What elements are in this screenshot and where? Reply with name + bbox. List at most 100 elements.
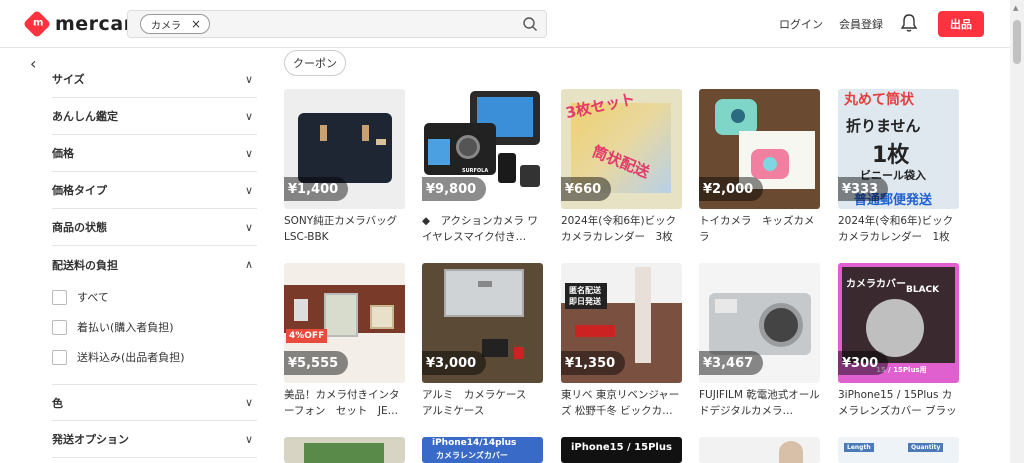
bell-icon[interactable] (900, 13, 918, 33)
product-thumbnail[interactable]: 丸めて筒状 折りません 1枚 ビニール袋入 普通郵便発送 ¥333 (838, 89, 959, 209)
product-thumbnail[interactable]: ¥2,000 (699, 89, 820, 209)
product-thumbnail[interactable]: SURFOLA ¥9,800 (422, 89, 543, 209)
product-card[interactable]: 4%OFF ¥5,555 美品！カメラ付きインターフォン セット JE… (284, 263, 405, 419)
chip-close-icon[interactable]: × (191, 17, 201, 31)
product-title: 3iPhone15 / 15Plus カメラレンズカバー ブラック (838, 389, 957, 417)
price-tag: ¥300 (838, 351, 889, 375)
product-card[interactable]: 匿名配送 即日発送 ¥1,350 東リベ 東京リベンジャーズ 松野千冬 ビックカ… (561, 263, 682, 419)
login-link[interactable]: ログイン (779, 16, 823, 32)
chevron-up-icon: ∧ (244, 258, 253, 271)
product-card[interactable]: 丸めて筒状 折りません 1枚 ビニール袋入 普通郵便発送 ¥333 2024年(… (838, 89, 959, 245)
product-card[interactable] (284, 437, 405, 463)
product-title: アルミ カメラケース アルミケース minette… (422, 389, 537, 417)
facet-condition[interactable]: 商品の状態 ∨ (52, 209, 257, 246)
filter-sidebar: ‹ サイズ ∨ あんしん鑑定 ∨ 価格 ∨ 価格タイプ ∨ 商品の状態 ∨ 配送… (30, 48, 262, 463)
search-keyword-chip[interactable]: カメラ × (140, 14, 211, 34)
search-box[interactable]: カメラ × (127, 10, 547, 38)
image-overlay-text: 丸めて筒状 (844, 92, 914, 108)
chevron-down-icon: ∨ (244, 396, 253, 409)
image-overlay-text: iPhone15 / 15Plus (571, 442, 672, 453)
product-thumbnail[interactable] (699, 437, 820, 463)
image-overlay-text: 匿名配送 (569, 286, 601, 295)
checkbox-label: 送料込み(出品者負担) (77, 351, 185, 364)
product-thumbnail[interactable]: 3枚セット 筒状配送 ¥660 (561, 89, 682, 209)
chevron-down-icon: ∨ (244, 72, 253, 86)
product-thumbnail[interactable]: カメラカバー BLACK 15 / 15Plus用 ¥300 (838, 263, 959, 383)
price-tag: ¥9,800 (422, 177, 487, 201)
image-overlay-text: 折りません (846, 117, 921, 135)
checkbox[interactable] (52, 289, 67, 305)
shipping-option-cod[interactable]: 着払い(購入者負担) (52, 319, 174, 335)
product-card[interactable]: ¥1,400 SONY純正カメラバッグ LSC-BBK (284, 89, 405, 245)
product-card[interactable]: iPhone15 / 15Plus (561, 437, 682, 463)
price-tag: ¥3,467 (699, 351, 764, 375)
product-card[interactable]: カメラカバー BLACK 15 / 15Plus用 ¥300 3iPhone15… (838, 263, 959, 419)
product-thumbnail[interactable]: ¥3,467 (699, 263, 820, 383)
product-title: SONY純正カメラバッグ LSC-BBK (284, 215, 398, 243)
facet-authentication[interactable]: あんしん鑑定 ∨ (52, 98, 257, 135)
facet-shipping-fee[interactable]: 配送料の負担 ∧ (52, 246, 257, 283)
price-tag: ¥1,400 (284, 177, 349, 201)
sell-button[interactable]: 出品 (938, 11, 984, 37)
product-card[interactable]: ¥3,467 FUJIFILM 乾電池式オールドデジタルカメラ… (699, 263, 820, 419)
coupon-filter-button[interactable]: クーポン (284, 50, 346, 76)
top-header: m mercari カメラ × ログイン 会員登録 出品 (0, 0, 1010, 48)
facet-label: 商品の状態 (52, 221, 107, 234)
product-title: 2024年(令和6年)ビックカメラカレンダー 3枚 (561, 215, 677, 243)
product-card[interactable]: ¥3,000 アルミ カメラケース アルミケース minette… (422, 263, 543, 419)
price-tag: ¥3,000 (422, 351, 487, 375)
image-overlay-text: カメラカバー (846, 279, 906, 290)
checkbox-label: すべて (77, 291, 109, 304)
facet-label: 配送料の負担 (52, 258, 118, 272)
image-overlay-text: Quantity (908, 443, 944, 452)
checkbox-label: 着払い(購入者負担) (77, 321, 174, 334)
shipping-option-all[interactable]: すべて (52, 289, 109, 305)
product-card[interactable]: iPhone14/14plus カメラレンズカバー (422, 437, 543, 463)
facet-size[interactable]: サイズ ∨ (52, 61, 257, 98)
image-overlay-text: カメラレンズカバー (436, 451, 508, 460)
checkbox[interactable] (52, 319, 67, 335)
price-tag: ¥333 (838, 177, 889, 201)
product-card[interactable]: ¥2,000 トイカメラ キッズカメラ (699, 89, 820, 245)
product-card[interactable] (699, 437, 820, 463)
facet-shipping-options[interactable]: 発送オプション ∨ (52, 421, 257, 458)
signup-link[interactable]: 会員登録 (839, 16, 883, 32)
mercari-logo[interactable]: m mercari (22, 9, 141, 39)
product-thumbnail[interactable]: Length Quantity (838, 437, 959, 463)
product-card[interactable]: Length Quantity (838, 437, 959, 463)
product-thumbnail[interactable]: 4%OFF ¥5,555 (284, 263, 405, 383)
product-thumbnail[interactable]: iPhone15 / 15Plus (561, 437, 682, 463)
facet-label: 色 (52, 396, 63, 410)
product-title: 2024年(令和6年)ビックカメラカレンダー 1枚 (838, 215, 954, 243)
facet-color[interactable]: 色 ∨ (52, 384, 257, 421)
shipping-option-included[interactable]: 送料込み(出品者負担) (52, 349, 185, 365)
product-title: トイカメラ キッズカメラ (699, 215, 815, 243)
back-chevron-icon[interactable]: ‹ (30, 54, 36, 73)
search-keyword: カメラ (151, 20, 181, 32)
facet-label: あんしん鑑定 (52, 110, 118, 123)
price-tag: ¥5,555 (284, 351, 349, 375)
chevron-down-icon: ∨ (244, 220, 253, 234)
chevron-down-icon: ∨ (244, 183, 253, 197)
product-card[interactable]: SURFOLA ¥9,800 ◆ アクションカメラ ワイヤレスマイク付き… (422, 89, 543, 245)
chevron-down-icon: ∨ (244, 146, 253, 160)
facet-label: 価格タイプ (52, 184, 107, 197)
product-thumbnail[interactable]: ¥3,000 (422, 263, 543, 383)
image-overlay-text: 1枚 (872, 143, 910, 168)
page-scrollbar[interactable]: ▲ (1010, 0, 1024, 463)
product-title: 東リベ 東京リベンジャーズ 松野千冬 ビックカ… (561, 389, 680, 417)
price-tag: ¥1,350 (561, 351, 626, 375)
facet-label: 発送オプション (52, 433, 129, 446)
product-thumbnail[interactable] (284, 437, 405, 463)
product-card[interactable]: 3枚セット 筒状配送 ¥660 2024年(令和6年)ビックカメラカレンダー 3… (561, 89, 682, 245)
scroll-up-icon[interactable]: ▲ (1013, 4, 1018, 12)
product-thumbnail[interactable]: ¥1,400 (284, 89, 405, 209)
checkbox[interactable] (52, 349, 67, 365)
product-thumbnail[interactable]: iPhone14/14plus カメラレンズカバー (422, 437, 543, 463)
search-icon[interactable] (522, 16, 538, 32)
facet-price[interactable]: 価格 ∨ (52, 135, 257, 172)
product-thumbnail[interactable]: 匿名配送 即日発送 ¥1,350 (561, 263, 682, 383)
image-overlay-text: 即日発送 (569, 297, 601, 306)
scroll-thumb[interactable] (1013, 20, 1021, 64)
facet-price-type[interactable]: 価格タイプ ∨ (52, 172, 257, 209)
